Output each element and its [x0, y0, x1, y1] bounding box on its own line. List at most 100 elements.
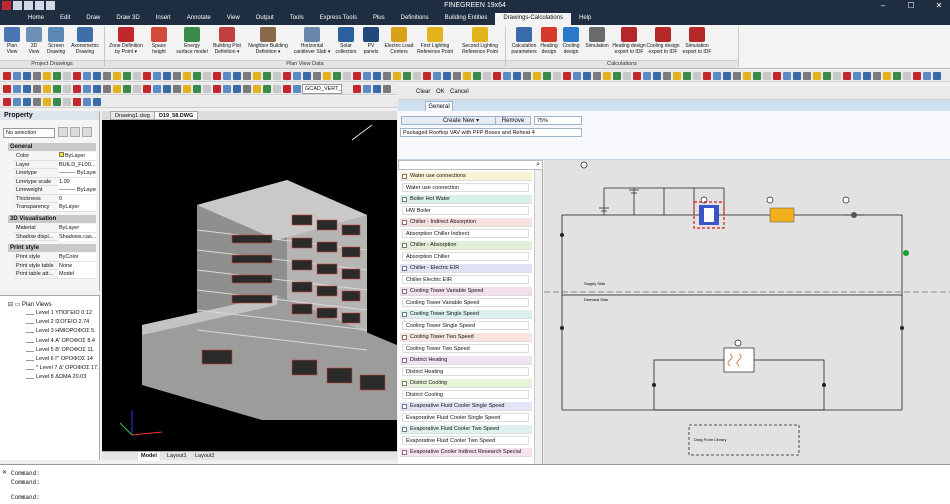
property-row[interactable]: Shadow displ... Shadows.cas... [14, 232, 96, 241]
toolbar-tool-icon[interactable] [43, 98, 51, 106]
toolbar-tool-icon[interactable] [903, 72, 911, 80]
property-value[interactable]: 0 [58, 194, 96, 203]
toolbar-tool-icon[interactable] [153, 72, 161, 80]
toolbar-tool-icon[interactable] [193, 85, 201, 93]
ribbon-button-plan-view[interactable]: Plan View [2, 27, 22, 55]
toolbar-tool-icon[interactable] [743, 72, 751, 80]
tree-item-level-3[interactable]: Level 3 ΗΜΙΟΡΟΦΟΣ 5. [36, 328, 96, 334]
property-row[interactable]: Thickness 0 [14, 194, 96, 203]
library-category[interactable]: Boiler Hot Water [400, 195, 532, 204]
setpoint-node-icon[interactable] [903, 250, 909, 256]
toolbar-tool-icon[interactable] [3, 85, 11, 93]
toolbar-tool-icon[interactable] [63, 98, 71, 106]
toolbar-tool-icon[interactable] [363, 72, 371, 80]
selection-dropdown[interactable]: No selection [3, 128, 55, 138]
library-item[interactable]: HW Boiler [402, 206, 529, 215]
3d-viewport[interactable] [102, 120, 397, 451]
property-value[interactable]: ByLayer [58, 152, 96, 160]
library-category[interactable]: Cooling Tower Single Speed [400, 310, 532, 319]
demand-heat-exchanger[interactable] [723, 347, 755, 373]
toolbar-tool-icon[interactable] [243, 85, 251, 93]
ribbon-button-heating-design[interactable]: Heating design [538, 27, 560, 55]
toolbar-tool-icon[interactable] [223, 72, 231, 80]
property-section[interactable]: General [8, 143, 96, 151]
library-item[interactable]: Evaporative Fluid Cooler Two Speed [402, 436, 529, 445]
property-value[interactable]: ByLayer [58, 203, 96, 211]
library-item[interactable]: District Cooling [402, 390, 529, 399]
toolbar-tool-icon[interactable] [913, 72, 921, 80]
toolbar-tool-icon[interactable] [733, 72, 741, 80]
ribbon-button-neighbor-building-definition[interactable]: Neighbor Building Definition ▾ [246, 27, 290, 55]
toolbar-tool-icon[interactable] [693, 72, 701, 80]
property-row[interactable]: Linetype scale 1.00 [14, 177, 96, 186]
zoom-dropdown[interactable]: 75% [534, 116, 582, 125]
toolbar-tool-icon[interactable] [93, 85, 101, 93]
property-value[interactable]: ——— ByLayer [58, 186, 96, 194]
library-category[interactable]: Water use connections [400, 172, 532, 181]
toolbar-tool-icon[interactable] [283, 72, 291, 80]
ribbon-button-energy-surface-model[interactable]: Energy surface model [176, 27, 208, 55]
toolbar-tool-icon[interactable] [613, 72, 621, 80]
ribbon-button-first-lighting-reference-point[interactable]: First Lighting Reference Point [414, 27, 456, 55]
toolbar-tool-icon[interactable] [133, 72, 141, 80]
tree-item-level-6[interactable]: Level 6 Γ' ΟΡΟΦΟΣ 14 [36, 356, 93, 362]
toolbar-tool-icon[interactable] [73, 72, 81, 80]
toolbar-tool-icon[interactable] [63, 85, 71, 93]
property-section[interactable]: 3D Visualisation [8, 215, 96, 223]
library-category[interactable]: Chiller - Electric EIR [400, 264, 532, 273]
property-value[interactable]: ——— ByLayer [58, 169, 96, 177]
collapse-icon[interactable] [402, 266, 407, 271]
tab-drawing1[interactable]: Drawing1.dwg [110, 111, 155, 120]
library-item[interactable]: Cooling Tower Two Speed [402, 344, 529, 353]
menu-tab-view[interactable]: View [219, 13, 248, 25]
toolbar-tool-icon[interactable] [153, 85, 161, 93]
property-section[interactable]: Print style [8, 244, 96, 252]
toolbar-tool-icon[interactable] [83, 85, 91, 93]
toolbar-tool-icon[interactable] [893, 72, 901, 80]
property-value[interactable]: 1.00 [58, 177, 96, 186]
toolbar-tool-icon[interactable] [143, 85, 151, 93]
library-scrollbar[interactable] [534, 170, 542, 464]
collapse-icon[interactable] [402, 450, 407, 455]
toolbar-tool-icon[interactable] [63, 72, 71, 80]
tree-item-level-1[interactable]: Level 1 ΥΠΟΓΕΙΟ 0.12 [36, 310, 92, 316]
toolbar-tool-icon[interactable] [273, 85, 281, 93]
toolbar-tool-icon[interactable] [123, 72, 131, 80]
search-icon[interactable]: ⌕ [536, 161, 540, 169]
library-item[interactable]: Water use connection [402, 183, 529, 192]
toolbar-tool-icon[interactable] [533, 72, 541, 80]
toolbar-tool-icon[interactable] [683, 72, 691, 80]
menu-tab-insert[interactable]: Insert [148, 13, 179, 25]
toolbar-tool-icon[interactable] [863, 72, 871, 80]
collapse-icon[interactable] [402, 381, 407, 386]
ribbon-button-horizontal-cantilever-slab[interactable]: Horizontal cantilever Slab ▾ [292, 27, 332, 55]
toolbar-tool-icon[interactable] [133, 85, 141, 93]
ribbon-button-screen-drawing[interactable]: Screen Drawing [44, 27, 68, 55]
toolbar-tool-icon[interactable] [83, 98, 91, 106]
tree-item-level-2[interactable]: Level 2 ΙΣΟΓΕΙΟ 2.74 [36, 319, 89, 325]
toolbar-tool-icon[interactable] [13, 72, 21, 80]
toolbar-tool-icon[interactable] [23, 98, 31, 106]
property-row[interactable]: Layer BUILD_FL00... [14, 160, 96, 169]
toolbar-tool-icon[interactable] [663, 72, 671, 80]
ribbon-button-pv-panels[interactable]: PV panels [360, 27, 382, 55]
toolbar-tool-icon[interactable] [393, 72, 401, 80]
property-value[interactable]: Shadows.cas... [58, 232, 96, 241]
toolbar-tool-icon[interactable] [513, 72, 521, 80]
library-category[interactable]: Cooling Tower Two Speed [400, 333, 532, 342]
toolbar-tool-icon[interactable] [253, 72, 261, 80]
toolbar-tool-icon[interactable] [873, 72, 881, 80]
cancel-button[interactable]: Cancel [450, 89, 469, 95]
toolbar-tool-icon[interactable] [243, 72, 251, 80]
toolbar-tool-icon[interactable] [93, 98, 101, 106]
toolbar-tool-icon[interactable] [33, 98, 41, 106]
toolbar-tool-icon[interactable] [703, 72, 711, 80]
toolbar-tool-icon[interactable] [853, 72, 861, 80]
ribbon-button-simulation[interactable]: Simulation [582, 27, 612, 49]
toolbar-tool-icon[interactable] [813, 72, 821, 80]
toolbar-tool-icon[interactable] [43, 85, 51, 93]
collapse-icon[interactable] [402, 404, 407, 409]
menu-tab-output[interactable]: Output [248, 13, 282, 25]
toolbar-tool-icon[interactable] [53, 85, 61, 93]
property-row[interactable]: Print style table None [14, 261, 96, 270]
